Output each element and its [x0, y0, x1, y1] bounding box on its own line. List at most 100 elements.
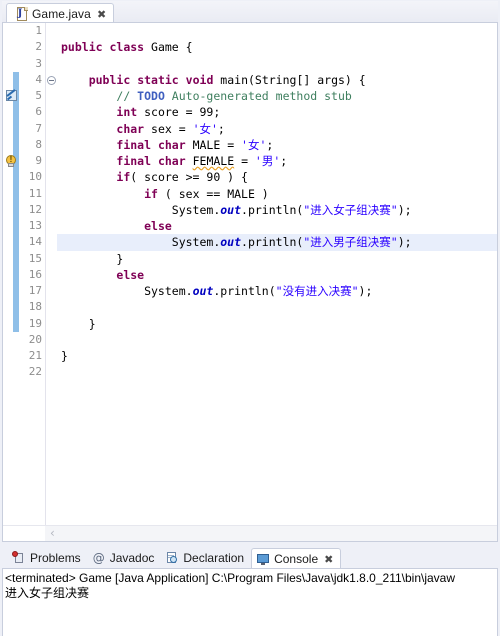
view-tab-label: Problems	[30, 551, 81, 565]
string-literal: "没有进入决赛"	[275, 284, 359, 298]
comment-token: // TODO Auto-generated method stub	[116, 89, 352, 103]
code-line[interactable]: }	[57, 348, 497, 364]
line-number: 12	[28, 202, 42, 216]
string-literal: '女'	[192, 121, 218, 136]
java-file-icon: J	[15, 7, 28, 21]
line-number: 7	[35, 121, 42, 135]
line-number: 13	[28, 219, 42, 232]
keyword-token: char	[157, 137, 186, 152]
string-literal: "进入女子组决赛"	[303, 202, 398, 217]
code-line[interactable]: if ( sex == MALE )	[57, 186, 497, 202]
keyword-token: else	[144, 219, 172, 233]
code-line[interactable]: final char FEMALE = '男';	[57, 153, 497, 169]
keyword-token: else	[116, 267, 145, 282]
line-number: 20	[28, 332, 42, 346]
view-tab-label: Javadoc	[109, 551, 155, 565]
code-line[interactable]: public static void main(String[] args) {	[57, 72, 497, 88]
line-number: 18	[28, 300, 42, 314]
line-number-ruler: 1 2 3 4 5 6 7 8 9 10 11 12 13 14 15 16 17 18 19 20 21 22	[20, 23, 46, 525]
folding-ruler[interactable]	[46, 23, 57, 525]
code-line[interactable]: final char MALE = '女';	[57, 137, 497, 153]
warning-icon[interactable]: !	[4, 154, 19, 168]
line-number: 2	[35, 40, 42, 54]
problems-icon	[12, 551, 26, 565]
console-launch-header: <terminated> Game [Java Application] C:\…	[5, 571, 456, 585]
keyword-token: if	[144, 186, 158, 201]
keyword-token: class	[109, 40, 145, 55]
fold-collapse-icon[interactable]	[47, 75, 56, 85]
code-line[interactable]: if( score >= 90 ) {	[57, 169, 497, 185]
code-line[interactable]: // TODO Auto-generated method stub	[57, 88, 497, 104]
code-line[interactable]	[57, 299, 497, 315]
warned-identifier: FEMALE	[192, 154, 235, 168]
keyword-token: if	[116, 170, 131, 185]
view-tab-declaration[interactable]: Declaration	[161, 548, 251, 568]
keyword-token: final	[116, 154, 152, 168]
keyword-token: public	[88, 72, 131, 87]
string-literal: '女'	[241, 137, 267, 152]
field-token: out	[220, 235, 242, 250]
console-output-line: 进入女子组决赛	[5, 586, 90, 600]
line-number: 6	[35, 105, 42, 119]
editor-horizontal-scrollbar[interactable]: ‹	[3, 525, 497, 541]
editor-tab-bar: J Game.java ✖	[2, 1, 498, 24]
code-line[interactable]: }	[57, 251, 497, 267]
code-line[interactable]	[57, 23, 497, 39]
editor-canvas[interactable]: ! 1 2 3 4 5 6 7 8 9 10 11 12 13 14 15 16 17 18 19 20 21 22 pu…	[3, 23, 497, 525]
code-line[interactable]: char sex = '女';	[57, 121, 497, 137]
keyword-token: char	[116, 121, 145, 136]
field-token: out	[192, 284, 214, 298]
scrollbar-track[interactable]: ‹	[45, 526, 497, 541]
code-line[interactable]: else	[57, 267, 497, 283]
line-number: 15	[28, 251, 42, 265]
field-token: out	[220, 202, 242, 217]
close-icon[interactable]: ✖	[322, 554, 333, 565]
code-line[interactable]: else	[57, 218, 497, 234]
string-literal: "进入男子组决赛"	[303, 235, 398, 250]
line-number: 14	[28, 235, 42, 249]
quick-diff-changed-bar	[13, 71, 19, 332]
todo-task-icon[interactable]	[4, 89, 19, 103]
code-line[interactable]: System.out.println("进入女子组决赛");	[57, 202, 497, 218]
view-tab-problems[interactable]: Problems	[8, 548, 88, 568]
keyword-token: char	[157, 154, 186, 168]
editor-part: J Game.java ✖ ! 1 2 3 4 5 6 7 8 9 10 11 12 13 14 15 16 1…	[0, 0, 500, 544]
close-icon[interactable]: ✖	[95, 9, 106, 20]
marker-ruler[interactable]: !	[3, 23, 20, 525]
console-view-body[interactable]: <terminated> Game [Java Application] C:\…	[2, 568, 498, 636]
view-tab-label: Declaration	[183, 551, 245, 565]
editor-tab-label: Game.java	[32, 7, 91, 21]
keyword-token: int	[116, 105, 138, 120]
editor-tab-game-java[interactable]: J Game.java ✖	[6, 3, 115, 24]
declaration-icon	[165, 551, 179, 565]
eclipse-workbench: J Game.java ✖ ! 1 2 3 4 5 6 7 8 9 10 11 12 13 14 15 16 1…	[0, 0, 500, 636]
line-number: 16	[28, 267, 42, 281]
line-number: 21	[28, 349, 42, 362]
view-tab-label: Console	[274, 552, 319, 566]
javadoc-icon: @	[92, 551, 105, 565]
view-tab-javadoc[interactable]: @ Javadoc	[88, 548, 162, 568]
line-number: 10	[28, 170, 42, 184]
keyword-token: static	[137, 72, 179, 87]
code-line[interactable]	[57, 332, 497, 348]
line-number: 3	[35, 56, 42, 70]
line-number: 19	[28, 316, 42, 330]
view-tab-bar: Problems @ Javadoc Declaration Console ✖	[2, 546, 498, 569]
code-line[interactable]	[57, 364, 497, 380]
scrollbar-corner	[3, 526, 45, 541]
string-literal: '男'	[254, 154, 281, 168]
chevron-left-icon[interactable]: ‹	[50, 526, 55, 541]
code-line[interactable]: System.out.println("没有进入决赛");	[57, 283, 497, 299]
line-number: 17	[28, 284, 42, 297]
editor-body: ! 1 2 3 4 5 6 7 8 9 10 11 12 13 14 15 16 17 18 19 20 21 22 pu…	[2, 22, 498, 542]
view-tab-console[interactable]: Console ✖	[251, 548, 342, 569]
code-line[interactable]: }	[57, 316, 497, 332]
line-number: 22	[28, 365, 42, 379]
code-line[interactable]	[57, 56, 497, 72]
code-line[interactable]: int score = 99;	[57, 104, 497, 120]
code-text-area[interactable]: public class Game { public static void m…	[57, 23, 497, 525]
code-line[interactable]: System.out.println("进入男子组决赛");	[57, 234, 497, 251]
console-icon	[256, 552, 270, 566]
code-line[interactable]: public class Game {	[57, 39, 497, 55]
keyword-token: public	[61, 40, 103, 55]
